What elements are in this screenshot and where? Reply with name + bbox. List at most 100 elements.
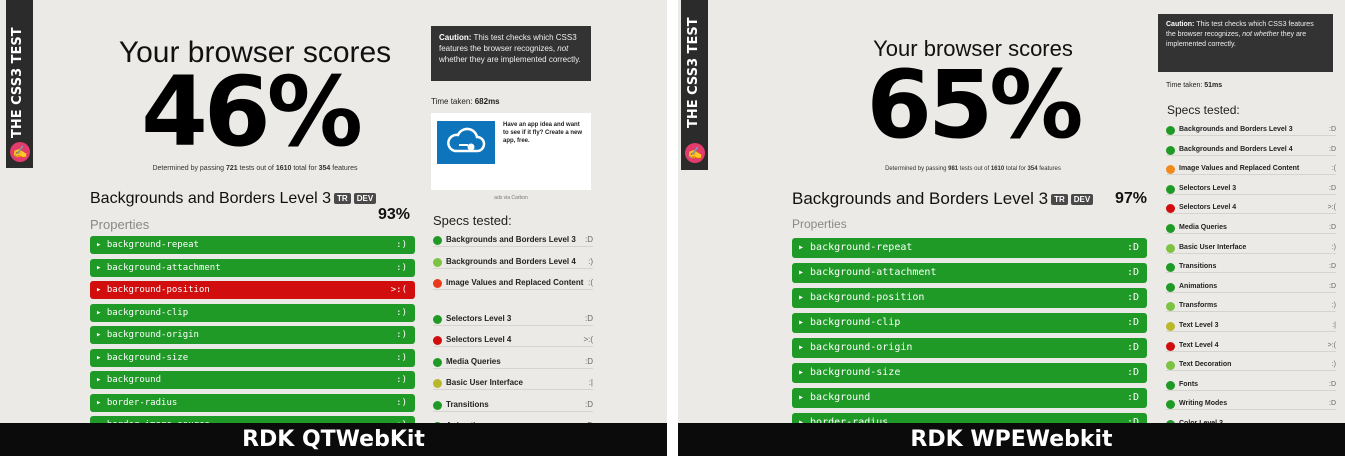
- spec-item[interactable]: Selectors Level 3:D: [433, 313, 593, 326]
- spec-result: :D: [1329, 224, 1336, 231]
- spec-item[interactable]: Text Decoration:): [1166, 359, 1336, 372]
- spec-result: :): [1331, 302, 1336, 310]
- spec-item[interactable]: Selectors Level 4 >:(: [1166, 202, 1336, 215]
- spec-name: Transforms: [1179, 302, 1218, 310]
- property-name: ▸ background-repeat: [96, 240, 199, 250]
- property-row[interactable]: ▸ background-origin:): [90, 326, 415, 344]
- property-row[interactable]: ▸ background-clip :D: [792, 313, 1147, 333]
- spec-item[interactable]: Backgrounds and Borders Level 3 :D: [433, 234, 593, 247]
- status-dot-icon: [1166, 302, 1175, 312]
- spec-item[interactable]: Backgrounds and Borders Level 4:): [433, 256, 593, 269]
- spec-name: Backgrounds and Borders Level 3: [1179, 126, 1293, 133]
- status-dot-icon: [433, 336, 442, 345]
- spec-item[interactable]: Basic User Interface:|: [433, 377, 593, 390]
- section-title[interactable]: Backgrounds and Borders Level 3 TR DEV: [90, 190, 377, 208]
- property-name: ▸ border-radius: [798, 417, 889, 423]
- spec-name: Image Values and Replaced Content: [1179, 165, 1300, 173]
- property-result: :): [396, 262, 407, 273]
- property-name: ▸ border-radius: [96, 397, 178, 408]
- spec-name: Text Decoration: [1179, 361, 1232, 369]
- spec-item[interactable]: Media Queries:D: [1166, 222, 1336, 234]
- ad-caption[interactable]: ads via Carbon: [431, 195, 591, 201]
- spec-item[interactable]: Backgrounds and Borders Level 4:D: [1166, 144, 1336, 156]
- property-row[interactable]: ▸ border-radius:): [90, 393, 415, 412]
- spec-name: Selectors Level 4: [446, 335, 512, 344]
- spec-item[interactable]: Backgrounds and Borders Level 3:D: [1166, 124, 1336, 136]
- property-row[interactable]: ▸ background:D: [792, 388, 1147, 408]
- property-result: :D: [1126, 317, 1139, 328]
- property-row[interactable]: ▸ border-radius:D: [792, 413, 1147, 423]
- tag-dev[interactable]: DEV: [353, 193, 377, 205]
- property-row[interactable]: ▸ background-clip:): [90, 303, 415, 322]
- property-row[interactable]: ▸ background-attachment:D: [792, 263, 1147, 283]
- spec-result: :): [1331, 243, 1336, 251]
- spec-item[interactable]: Fonts:D: [1166, 379, 1336, 391]
- spec-name: Backgrounds and Borders Level 3: [446, 235, 576, 244]
- property-result: :D: [1126, 392, 1139, 403]
- property-result: >:(: [390, 285, 407, 295]
- property-name: ▸ border-image-source: [96, 416, 210, 423]
- lea-verou-logo-icon: ✍: [10, 142, 30, 162]
- property-row[interactable]: ▸ background-position:D: [792, 288, 1147, 308]
- spec-item[interactable]: Basic User Interface:): [1166, 242, 1336, 254]
- property-name: ▸ background-clip: [96, 307, 189, 318]
- spec-item[interactable]: Text Level 3:|: [1166, 320, 1336, 332]
- property-result: :D: [1126, 292, 1139, 303]
- property-row[interactable]: ▸ background-size:D: [792, 363, 1147, 383]
- spec-item[interactable]: Writing Modes :D: [1166, 398, 1336, 411]
- status-dot-icon: [1166, 184, 1175, 194]
- status-dot-icon: [1166, 361, 1175, 371]
- tag-tr[interactable]: TR: [334, 193, 351, 205]
- score-determined-text: Determined by passing 721 tests out of 1…: [152, 165, 358, 172]
- property-row[interactable]: ▸ background-position >:(: [90, 281, 415, 299]
- carbon-ad[interactable]: Have an app idea and want to see if it f…: [431, 113, 591, 190]
- spec-name: Transitions: [1179, 263, 1217, 271]
- spec-item[interactable]: Transforms:): [1166, 300, 1336, 313]
- spec-item[interactable]: Animations:D: [1166, 281, 1336, 293]
- property-row[interactable]: ▸ background-size:): [90, 348, 415, 367]
- status-dot-icon: [1166, 322, 1175, 331]
- spec-item[interactable]: Media Queries:D: [433, 356, 593, 369]
- property-row[interactable]: ▸ background-repeat:): [90, 236, 415, 254]
- section-title[interactable]: Backgrounds and Borders Level 3 TR DEV: [792, 189, 1094, 209]
- spec-result: :D: [585, 235, 593, 244]
- property-row[interactable]: ▸ background-repeat:D: [792, 238, 1147, 258]
- property-row[interactable]: ▸ background-origin:D: [792, 338, 1147, 358]
- spec-name: Writing Modes: [1179, 400, 1228, 408]
- property-name: ▸ background-position: [96, 285, 210, 295]
- score-value: 46%: [141, 56, 363, 168]
- property-name: ▸ background-size: [96, 352, 189, 363]
- property-name: ▸ background-attachment: [798, 267, 937, 278]
- property-row[interactable]: ▸ border-image-source:): [90, 416, 415, 423]
- spec-item[interactable]: Image Values and Replaced Content:(: [433, 277, 593, 290]
- spec-item[interactable]: Transitions:D: [433, 399, 593, 412]
- spec-item[interactable]: Text Level 4 >:(: [1166, 340, 1336, 352]
- spec-result: :D: [1329, 145, 1336, 153]
- section-score: 93%: [378, 206, 411, 223]
- property-name: ▸ background-clip: [798, 317, 901, 328]
- property-row[interactable]: ▸ background:): [90, 371, 415, 389]
- property-row[interactable]: ▸ background-attachment:): [90, 258, 415, 277]
- spec-name: Text Level 4: [1179, 341, 1219, 349]
- spec-item[interactable]: Selectors Level 3:D: [1166, 183, 1336, 195]
- lea-verou-logo-icon: ✍: [685, 143, 705, 163]
- spec-name: Animations: [1179, 282, 1218, 290]
- property-result: :D: [1126, 342, 1139, 353]
- spec-name: Basic User Interface: [446, 378, 523, 387]
- spec-name: Image Values and Replaced Content: [446, 278, 584, 287]
- left-screenshot-panel: THE CSS3 TEST ✍ Your browser scores 46% …: [0, 0, 667, 456]
- tag-dev[interactable]: DEV: [1070, 194, 1094, 206]
- tag-tr[interactable]: TR: [1051, 194, 1068, 206]
- spec-result: :D: [1329, 400, 1336, 408]
- css3-test-tab[interactable]: THE CSS3 TEST ✍: [6, 0, 33, 168]
- spec-item[interactable]: Image Values and Replaced Content:(: [1166, 163, 1336, 176]
- spec-name: Media Queries: [446, 356, 501, 366]
- spec-result: :|: [1332, 322, 1336, 329]
- spec-result: >:(: [1327, 341, 1336, 349]
- score-determined-text: Determined by passing 981 tests out of 1…: [885, 166, 1061, 172]
- css3-test-tab[interactable]: THE CSS3 TEST ✍: [681, 0, 708, 170]
- spec-name: Backgrounds and Borders Level 4: [446, 256, 576, 266]
- properties-label: Properties: [90, 217, 150, 232]
- spec-item[interactable]: Selectors Level 4 >:(: [433, 334, 593, 347]
- spec-item[interactable]: Transitions:D: [1166, 261, 1336, 274]
